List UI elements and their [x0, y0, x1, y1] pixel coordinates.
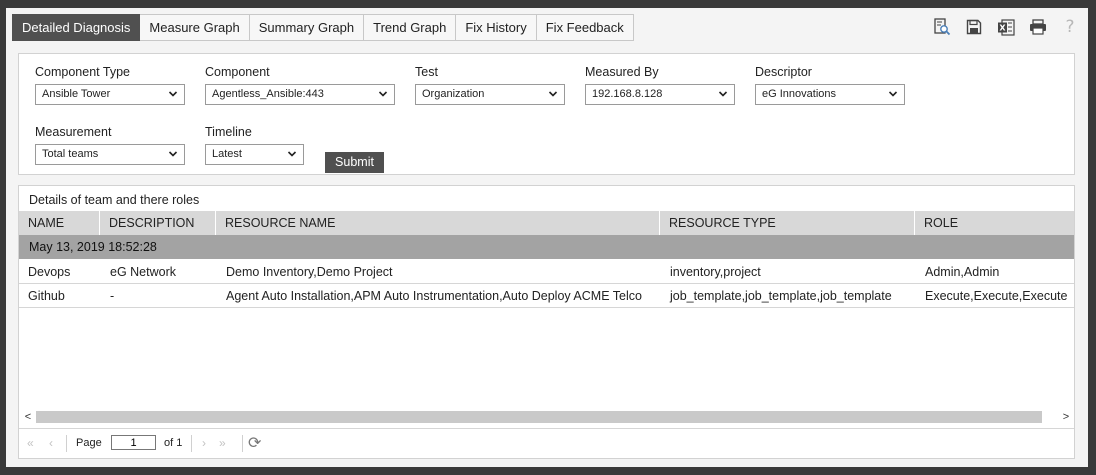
cell-role: Execute,Execute,Execute	[925, 289, 1068, 303]
table-header: NAME DESCRIPTION RESOURCE NAME RESOURCE …	[19, 211, 1074, 235]
component-value: Agentless_Ansible:443	[212, 88, 324, 100]
toolbar: X ?	[932, 17, 1080, 37]
help-icon[interactable]: ?	[1060, 17, 1080, 37]
component-label: Component	[205, 65, 270, 79]
measured-by-label: Measured By	[585, 65, 659, 79]
tab-fix-history[interactable]: Fix History	[456, 14, 537, 41]
test-select[interactable]: Organization	[415, 84, 565, 105]
cell-resource-name: Agent Auto Installation,APM Auto Instrum…	[226, 289, 642, 303]
measurement-label: Measurement	[35, 125, 112, 139]
cell-role: Admin,Admin	[925, 265, 1000, 279]
cell-name: Devops	[28, 265, 71, 279]
timeline-label: Timeline	[205, 125, 252, 139]
timeline-field: Timeline Latest	[205, 125, 304, 165]
pagination-bar: « ‹ Page of 1 › » ⟳	[19, 428, 1074, 458]
measured-by-select[interactable]: 192.168.8.128	[585, 84, 735, 105]
test-field: Test Organization	[415, 65, 565, 105]
cell-resource-name: Demo Inventory,Demo Project	[226, 265, 393, 279]
search-document-icon[interactable]	[932, 17, 952, 37]
chevron-down-icon	[378, 91, 388, 97]
help-glyph: ?	[1065, 17, 1075, 37]
cell-description: -	[110, 289, 115, 303]
scrollbar-thumb[interactable]	[36, 411, 1042, 423]
descriptor-label: Descriptor	[755, 65, 812, 79]
measurement-value: Total teams	[42, 148, 99, 160]
diagnosis-window: Detailed Diagnosis Measure Graph Summary…	[6, 8, 1088, 467]
refresh-icon[interactable]: ⟳	[248, 433, 261, 453]
cell-resource-type: inventory,project	[670, 265, 761, 279]
descriptor-select[interactable]: eG Innovations	[755, 84, 905, 105]
save-icon[interactable]	[964, 17, 984, 37]
descriptor-value: eG Innovations	[762, 88, 836, 100]
test-label: Test	[415, 65, 438, 79]
column-header-role[interactable]: ROLE	[915, 211, 1074, 235]
page-count: of 1	[164, 437, 183, 449]
results-title: Details of team and there roles	[29, 193, 200, 207]
submit-button[interactable]: Submit	[325, 152, 384, 173]
column-header-resource-type[interactable]: RESOURCE TYPE	[660, 211, 915, 235]
component-field: Component Agentless_Ansible:443	[205, 65, 395, 105]
chevron-down-icon	[287, 151, 297, 157]
timeline-select[interactable]: Latest	[205, 144, 304, 165]
measurement-select[interactable]: Total teams	[35, 144, 185, 165]
cell-name: Github	[28, 289, 65, 303]
table-row[interactable]: Github - Agent Auto Installation,APM Aut…	[19, 284, 1074, 308]
svg-text:X: X	[999, 23, 1006, 32]
tab-trend-graph[interactable]: Trend Graph	[364, 14, 457, 41]
filter-panel: Component Type Ansible Tower Component A…	[18, 53, 1075, 175]
cell-resource-type: job_template,job_template,job_template	[670, 289, 892, 303]
component-select[interactable]: Agentless_Ansible:443	[205, 84, 395, 105]
chevron-down-icon	[718, 91, 728, 97]
scroll-right-arrow[interactable]: >	[1059, 409, 1073, 425]
horizontal-scrollbar[interactable]: < >	[19, 409, 1074, 425]
component-type-value: Ansible Tower	[42, 88, 111, 100]
component-type-label: Component Type	[35, 65, 130, 79]
tab-measure-graph[interactable]: Measure Graph	[140, 14, 250, 41]
table-row[interactable]: Devops eG Network Demo Inventory,Demo Pr…	[19, 260, 1074, 284]
tab-summary-graph[interactable]: Summary Graph	[249, 14, 365, 41]
measured-by-field: Measured By 192.168.8.128	[585, 65, 735, 105]
descriptor-field: Descriptor eG Innovations	[755, 65, 905, 105]
first-page-button[interactable]: «	[27, 436, 34, 450]
measured-by-value: 192.168.8.128	[592, 88, 663, 100]
cell-description: eG Network	[110, 265, 176, 279]
timestamp-group-row: May 13, 2019 18:52:28	[19, 235, 1074, 259]
pager-divider	[66, 435, 67, 452]
tab-detailed-diagnosis[interactable]: Detailed Diagnosis	[12, 14, 141, 41]
column-header-name[interactable]: NAME	[19, 211, 100, 235]
pager-divider	[242, 435, 243, 452]
page-number-input[interactable]	[111, 435, 156, 450]
previous-page-button[interactable]: ‹	[49, 436, 53, 450]
tab-bar: Detailed Diagnosis Measure Graph Summary…	[12, 14, 634, 41]
component-type-field: Component Type Ansible Tower	[35, 65, 185, 105]
last-page-button[interactable]: »	[219, 436, 226, 450]
measurement-field: Measurement Total teams	[35, 125, 185, 165]
page-label: Page	[76, 437, 102, 449]
next-page-button[interactable]: ›	[202, 436, 206, 450]
results-panel: Details of team and there roles NAME DES…	[18, 185, 1075, 459]
chevron-down-icon	[168, 151, 178, 157]
print-icon[interactable]	[1028, 17, 1048, 37]
tab-fix-feedback[interactable]: Fix Feedback	[536, 14, 634, 41]
chevron-down-icon	[888, 91, 898, 97]
test-value: Organization	[422, 88, 485, 100]
column-header-description[interactable]: DESCRIPTION	[100, 211, 216, 235]
component-type-select[interactable]: Ansible Tower	[35, 84, 185, 105]
column-header-resource-name[interactable]: RESOURCE NAME	[216, 211, 660, 235]
timeline-value: Latest	[212, 148, 242, 160]
scroll-left-arrow[interactable]: <	[21, 409, 35, 425]
excel-export-icon[interactable]: X	[996, 17, 1016, 37]
pager-divider	[191, 435, 192, 452]
chevron-down-icon	[168, 91, 178, 97]
chevron-down-icon	[548, 91, 558, 97]
